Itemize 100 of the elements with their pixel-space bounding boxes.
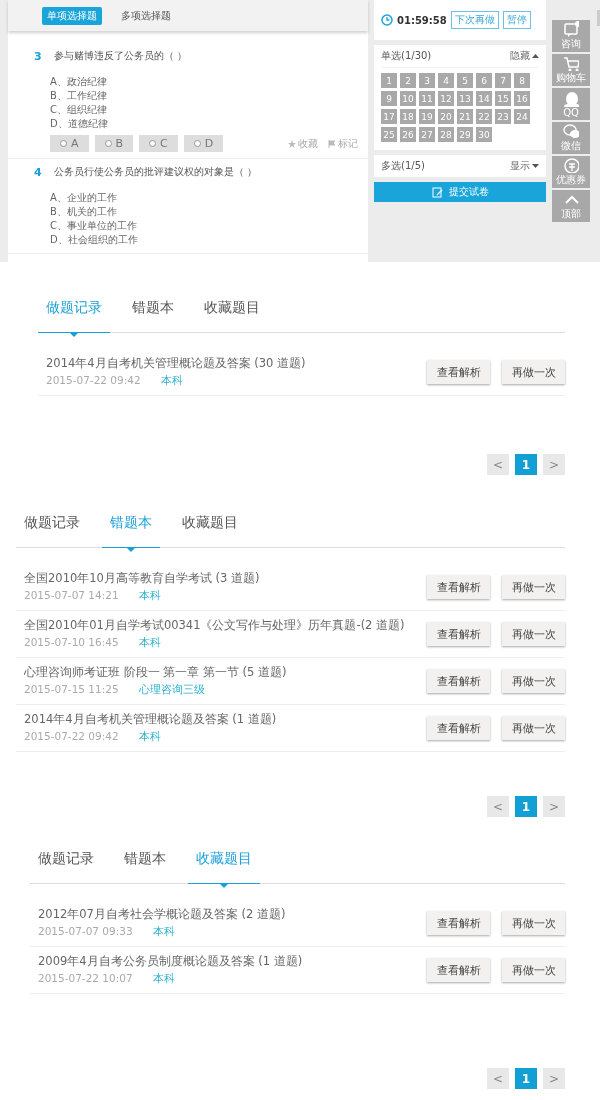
question-type-tab[interactable]: 多项选择题 <box>116 6 176 25</box>
countdown-timer: 01:59:58 <box>397 14 447 26</box>
chat-icon <box>563 21 579 37</box>
question-number-button[interactable]: 17 <box>381 109 397 124</box>
question-number-button[interactable]: 25 <box>381 127 397 142</box>
retry-button[interactable]: 再做一次 <box>502 622 565 646</box>
question-text: 参与赌博违反了公务员的（ ） <box>53 49 187 63</box>
submit-button[interactable]: 提交试卷 <box>374 182 546 202</box>
question-number-button[interactable]: 9 <box>381 91 397 106</box>
question-number-button[interactable]: 20 <box>438 109 454 124</box>
question-number-button[interactable]: 11 <box>419 91 435 106</box>
view-analysis-button[interactable]: 查看解析 <box>427 360 490 384</box>
previous-page-button[interactable]: < <box>487 796 509 817</box>
record-level: 心理咨询三级 <box>138 683 205 697</box>
sidebar-button[interactable]: 微信 <box>552 122 590 154</box>
question-number-button[interactable]: 28 <box>438 127 454 142</box>
record-date: 2015-07-07 09:33 <box>38 925 133 939</box>
question-number-button[interactable]: 8 <box>514 73 530 88</box>
question-number-button[interactable]: 18 <box>400 109 416 124</box>
question-number-button[interactable]: 6 <box>476 73 492 88</box>
record-title: 全国2010年10月高等教育自学考试 (3 道题) <box>24 571 261 586</box>
view-analysis-button[interactable]: 查看解析 <box>427 716 490 740</box>
record-title: 全国2010年01月自学考试00341《公文写作与处理》历年真题-(2 道题) <box>24 618 406 633</box>
retry-button[interactable]: 再做一次 <box>502 716 565 740</box>
tab[interactable]: 做题记录 <box>16 499 88 547</box>
favorite-link[interactable]: 收藏 <box>288 136 318 151</box>
question-number-button[interactable]: 24 <box>514 109 530 124</box>
view-analysis-button[interactable]: 查看解析 <box>427 911 490 935</box>
view-analysis-button[interactable]: 查看解析 <box>427 958 490 982</box>
question-number-button[interactable]: 30 <box>476 127 492 142</box>
sidebar-button[interactable]: 优惠券 <box>552 156 590 188</box>
tab[interactable]: 做题记录 <box>30 835 102 883</box>
view-analysis-button[interactable]: 查看解析 <box>427 669 490 693</box>
scrollbar-thumb[interactable] <box>596 10 600 26</box>
question-number-button[interactable]: 2 <box>400 73 416 88</box>
question-number-button[interactable]: 1 <box>381 73 397 88</box>
radio-icon <box>104 140 112 147</box>
tab[interactable]: 收藏题目 <box>174 499 246 547</box>
previous-page-button[interactable]: < <box>487 454 509 475</box>
answer-button[interactable]: B <box>94 135 134 152</box>
mark-link[interactable]: 标记 <box>328 136 358 151</box>
tab[interactable]: 错题本 <box>124 284 182 332</box>
cart-icon <box>563 55 579 71</box>
retry-button[interactable]: 再做一次 <box>502 669 565 693</box>
option-text: B、工作纪律 <box>50 89 108 103</box>
next-page-button[interactable]: > <box>543 454 565 475</box>
question-number-button[interactable]: 23 <box>495 109 511 124</box>
question-group-title: 单选(1/30) <box>381 49 432 63</box>
view-analysis-button[interactable]: 查看解析 <box>427 622 490 646</box>
record-level: 本科 <box>152 925 175 939</box>
question-number-button[interactable]: 14 <box>476 91 492 106</box>
retry-button[interactable]: 再做一次 <box>502 575 565 599</box>
toggle-link[interactable]: 隐藏 <box>510 49 539 63</box>
next-page-button[interactable]: > <box>543 1068 565 1089</box>
question-number-button[interactable]: 27 <box>419 127 435 142</box>
answer-button[interactable]: D <box>183 135 224 152</box>
question-number-button[interactable]: 26 <box>400 127 416 142</box>
question-number-button[interactable]: 13 <box>457 91 473 106</box>
record-level: 本科 <box>138 589 161 603</box>
next-page-button[interactable]: > <box>543 796 565 817</box>
answer-button[interactable]: A <box>50 135 89 152</box>
retry-button[interactable]: 再做一次 <box>502 360 565 384</box>
question-number-button[interactable]: 4 <box>438 73 454 88</box>
question-type-tab[interactable]: 单项选择题 <box>42 6 102 25</box>
edit-icon <box>431 186 443 198</box>
page-button[interactable]: 1 <box>515 796 537 817</box>
tab[interactable]: 收藏题目 <box>196 284 268 332</box>
question-number: 3 <box>34 49 42 63</box>
question-number-button[interactable]: 16 <box>514 91 530 106</box>
question-number-button[interactable]: 19 <box>419 109 435 124</box>
question-number-button[interactable]: 21 <box>457 109 473 124</box>
penguin-icon <box>563 90 579 107</box>
record-title: 2009年4月自考公务员制度概论题及答案 (1 道题) <box>38 954 304 969</box>
previous-page-button[interactable]: < <box>487 1068 509 1089</box>
question-number-button[interactable]: 3 <box>419 73 435 88</box>
page-button[interactable]: 1 <box>515 1068 537 1089</box>
question-number-button[interactable]: 10 <box>400 91 416 106</box>
chat-bubbles-icon <box>563 123 579 139</box>
retry-button[interactable]: 再做一次 <box>502 958 565 982</box>
question-number-button[interactable]: 15 <box>495 91 511 106</box>
sidebar-button[interactable]: 顶部 <box>552 190 590 222</box>
question-number-button[interactable]: 22 <box>476 109 492 124</box>
record-level: 本科 <box>138 730 161 744</box>
question-number-button[interactable]: 7 <box>495 73 511 88</box>
sidebar-button[interactable]: 咨询 <box>552 20 590 52</box>
toggle-link[interactable]: 显示 <box>510 159 539 173</box>
sidebar-button[interactable]: 购物车 <box>552 54 590 86</box>
question-number-button[interactable]: 12 <box>438 91 454 106</box>
question-number-button[interactable]: 29 <box>457 127 473 142</box>
tab[interactable]: 错题本 <box>116 835 174 883</box>
view-analysis-button[interactable]: 查看解析 <box>427 575 490 599</box>
clock-icon <box>381 14 393 26</box>
question-number-button[interactable]: 5 <box>457 73 473 88</box>
timer-button[interactable]: 暂停 <box>502 11 531 29</box>
answer-button[interactable]: C <box>139 135 178 152</box>
sidebar-button[interactable]: QQ <box>552 88 590 120</box>
record-level: 本科 <box>138 636 161 650</box>
retry-button[interactable]: 再做一次 <box>502 911 565 935</box>
timer-button[interactable]: 下次再做 <box>450 11 499 29</box>
page-button[interactable]: 1 <box>515 454 537 475</box>
